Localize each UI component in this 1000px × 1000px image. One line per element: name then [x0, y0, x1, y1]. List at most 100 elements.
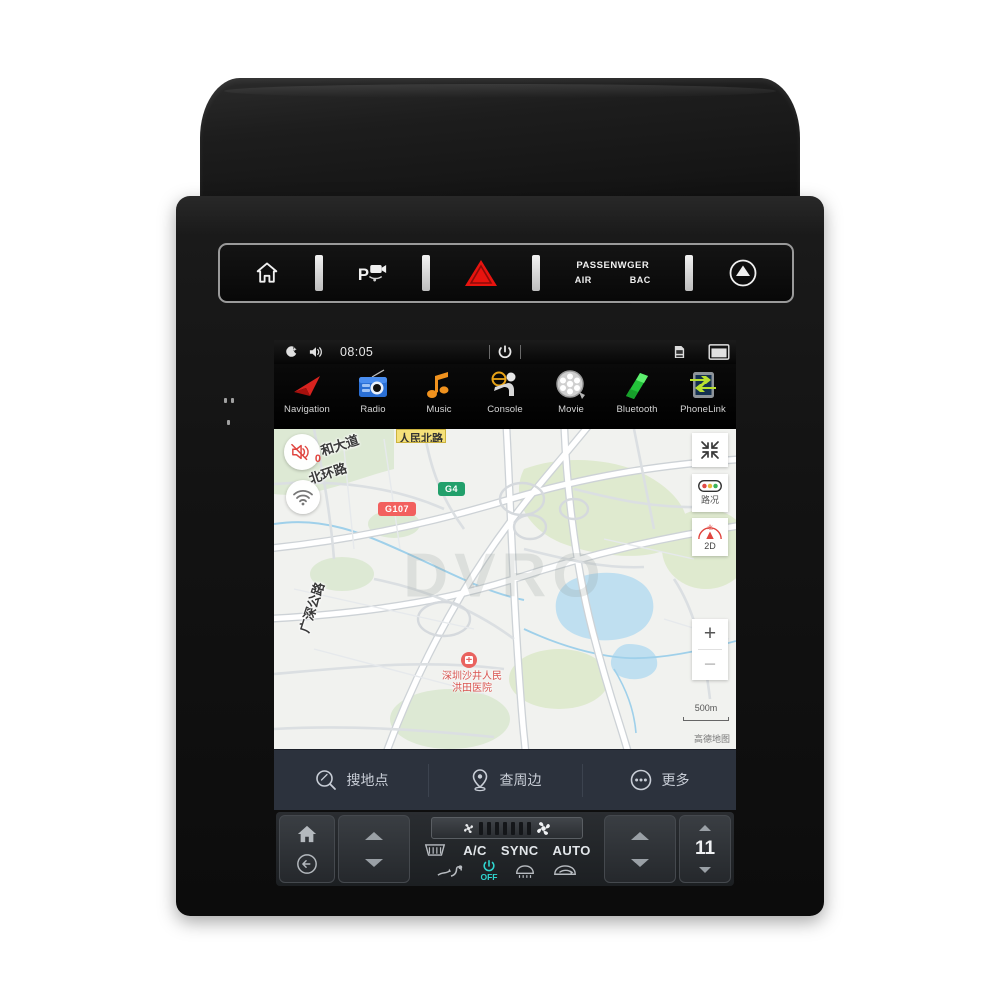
- speaker-muted-icon: [291, 443, 309, 461]
- map-scale-bar: 500m: [683, 698, 729, 721]
- toolbar-nearby-label: 查周边: [499, 772, 542, 788]
- map-scale-rule: [683, 717, 729, 721]
- status-bar-clock: 08:05: [340, 345, 374, 359]
- climate-left-fan-rocker[interactable]: [338, 815, 410, 883]
- temperature-down-button[interactable]: [699, 866, 711, 873]
- car-head-unit-device: P PASSENWGER AIR BAC 08:05 Navigation Ra…: [0, 0, 1000, 1000]
- climate-power-off-button[interactable]: OFF: [481, 859, 498, 882]
- map-button-fullscreen-collapse[interactable]: [692, 433, 728, 467]
- map-button-view-2d[interactable]: 北 2D: [692, 518, 728, 556]
- map-zoom-in-button[interactable]: +: [692, 619, 728, 649]
- airflow-seat-icon[interactable]: [436, 863, 465, 879]
- app-label: Movie: [558, 404, 584, 415]
- fan-bar[interactable]: [519, 821, 523, 835]
- wifi-icon: [293, 490, 313, 506]
- circle-up-arrow-icon: [729, 259, 756, 287]
- airbag-air-label: AIR: [574, 275, 592, 285]
- climate-ac-button[interactable]: A/C: [463, 843, 487, 858]
- collapse-arrows-icon: [701, 441, 719, 459]
- status-bar: 08:05: [274, 340, 736, 364]
- more-dots-icon: [630, 769, 651, 791]
- hardkey-divider: [532, 255, 541, 291]
- traffic-light-icon: [698, 480, 722, 492]
- fan-bar[interactable]: [487, 821, 491, 835]
- app-label: Bluetooth: [616, 404, 658, 415]
- fan-bar[interactable]: [503, 821, 507, 835]
- map-zoom-controls[interactable]: + −: [692, 619, 728, 680]
- map-bottom-toolbar: 搜地点 查周边 更多: [274, 749, 736, 810]
- recents-window-icon[interactable]: [708, 344, 730, 360]
- passenger-airbag-label-block: PASSENWGER AIR BAC: [575, 260, 651, 286]
- fan-bar[interactable]: [511, 821, 515, 835]
- status-bar-right: [673, 344, 730, 360]
- fan-bar[interactable]: [479, 821, 483, 835]
- map-road-shield-g4: G4: [438, 482, 466, 496]
- film-reel-icon: [554, 368, 588, 402]
- climate-auto-button[interactable]: AUTO: [553, 843, 591, 858]
- volume-icon[interactable]: [308, 345, 324, 359]
- touchscreen[interactable]: 08:05 Navigation Radio Music Console Mov…: [274, 340, 736, 810]
- climate-right-fan-rocker[interactable]: [604, 815, 676, 883]
- app-console[interactable]: Console: [472, 368, 538, 415]
- status-bar-power-group[interactable]: [489, 344, 521, 360]
- front-defrost-icon[interactable]: [514, 863, 536, 879]
- phonelink-icon: [686, 368, 720, 402]
- hardkey-home-button[interactable]: [220, 245, 315, 301]
- toolbar-nearby[interactable]: 查周边: [428, 750, 582, 810]
- app-music[interactable]: Music: [406, 368, 472, 415]
- climate-temperature-stepper[interactable]: 11: [679, 815, 731, 883]
- hardkey-hazard-button[interactable]: [430, 245, 533, 301]
- map-view[interactable]: DVRO 人民北路 和大道 北环路 广深公路 G4 G107 深圳沙井人民洪田医…: [274, 429, 736, 749]
- app-label: Radio: [360, 404, 386, 415]
- temperature-up-button[interactable]: [699, 825, 711, 832]
- home-icon[interactable]: [296, 824, 318, 844]
- fan-speed-slider[interactable]: [431, 817, 583, 839]
- right-rocker-up-button[interactable]: [631, 831, 649, 840]
- fan-bar[interactable]: [527, 821, 531, 835]
- back-arrow-icon[interactable]: [296, 853, 318, 875]
- app-radio[interactable]: Radio: [340, 368, 406, 415]
- map-zoom-out-button[interactable]: −: [692, 650, 728, 680]
- hardkey-passenger-airbag-indicator[interactable]: PASSENWGER AIR BAC: [540, 245, 685, 301]
- map-poi-label: 深圳沙井人民洪田医院: [442, 671, 502, 694]
- hazard-triangle-icon: [464, 260, 497, 286]
- power-tick-left: [489, 345, 490, 359]
- app-movie[interactable]: Movie: [538, 368, 604, 415]
- hardkey-eject-button[interactable]: [693, 245, 792, 301]
- left-rocker-down-button[interactable]: [365, 858, 383, 867]
- power-icon[interactable]: [497, 344, 513, 360]
- bluetooth-icon: [620, 368, 654, 402]
- search-icon: [315, 770, 336, 790]
- map-wifi-badge[interactable]: [286, 480, 320, 514]
- power-tick-right: [520, 345, 521, 359]
- map-button-traffic-label: 路况: [700, 495, 719, 505]
- climate-power-label: OFF: [480, 872, 498, 882]
- recirculate-icon[interactable]: [552, 863, 578, 879]
- climate-control-panel: A/C SYNC AUTO OFF 11: [276, 812, 734, 886]
- svg-text:北: 北: [707, 524, 713, 532]
- toolbar-search-place[interactable]: 搜地点: [274, 750, 428, 810]
- right-rocker-down-button[interactable]: [631, 858, 649, 867]
- radio-icon: [356, 368, 390, 402]
- airbag-bac-label: BAC: [629, 275, 651, 285]
- climate-sync-button[interactable]: SYNC: [501, 843, 539, 858]
- location-pin-icon: [472, 769, 487, 792]
- status-bar-left: 08:05: [274, 345, 373, 359]
- fan-bar[interactable]: [495, 821, 499, 835]
- home-icon: [257, 262, 278, 283]
- moon-icon[interactable]: [284, 345, 298, 359]
- rear-defrost-icon[interactable]: [423, 842, 447, 858]
- map-mute-badge[interactable]: 0: [284, 434, 321, 470]
- climate-icon-row: OFF: [436, 859, 578, 882]
- sdcard-icon[interactable]: [673, 345, 686, 359]
- map-button-traffic[interactable]: 路况: [692, 474, 728, 512]
- passenger-airbag-sub-labels: AIR BAC: [575, 274, 651, 286]
- left-rocker-up-button[interactable]: [365, 831, 383, 840]
- hardkey-parking-camera-button[interactable]: P: [323, 245, 422, 301]
- app-phonelink[interactable]: PhoneLink: [670, 368, 736, 415]
- app-bluetooth[interactable]: Bluetooth: [604, 368, 670, 415]
- app-label: PhoneLink: [680, 404, 726, 415]
- app-navigation[interactable]: Navigation: [274, 368, 340, 415]
- toolbar-more[interactable]: 更多: [582, 750, 736, 810]
- compass-2d-icon: 北: [698, 524, 722, 539]
